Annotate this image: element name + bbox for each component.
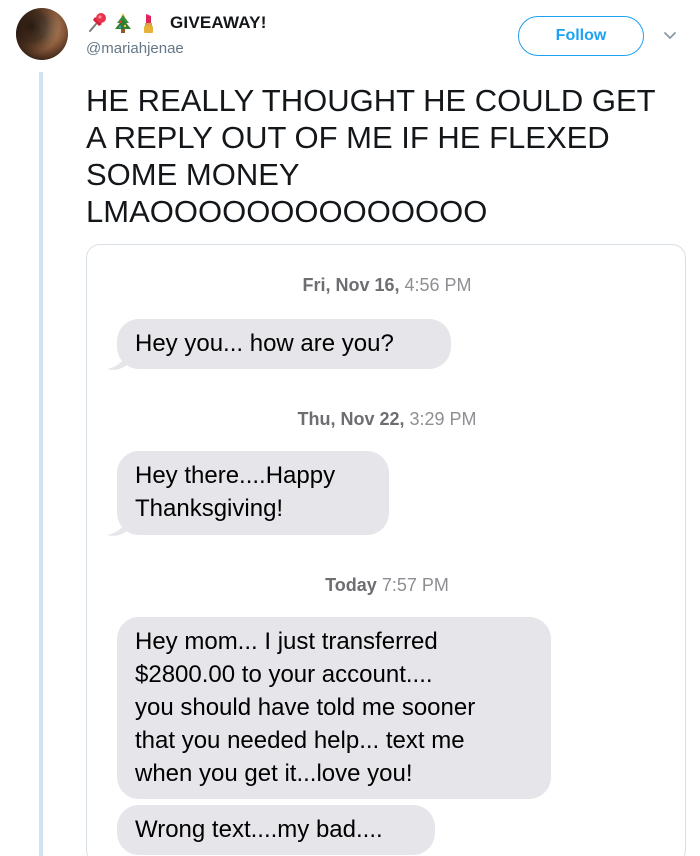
thread-line: [39, 72, 43, 856]
christmas-tree-emoji-icon: [112, 12, 134, 34]
bubble-tail: [107, 517, 129, 536]
display-name-row[interactable]: GIVEAWAY!: [86, 12, 267, 34]
tweet-media-screenshot[interactable]: Fri, Nov 16, 4:56 PM Hey you... how are …: [86, 244, 686, 856]
tweet-page: GIVEAWAY! @mariahjenae Follow HE REALLY …: [0, 0, 700, 856]
bubble-tail: [107, 351, 129, 370]
message-timestamp: Today 7:57 PM: [325, 575, 449, 595]
avatar[interactable]: [16, 8, 68, 60]
pushpin-emoji-icon: [86, 12, 108, 34]
message-bubble: Hey you... how are you?: [117, 319, 451, 369]
message-bubble: Hey mom... I just transferred $2800.00 t…: [117, 617, 551, 799]
follow-button[interactable]: Follow: [518, 16, 644, 56]
tweet-text: HE REALLY THOUGHT HE COULD GET A REPLY O…: [86, 83, 656, 229]
display-name: GIVEAWAY!: [170, 13, 267, 32]
message-timestamp: Fri, Nov 16, 4:56 PM: [302, 275, 472, 295]
message-bubble: Hey there....Happy Thanksgiving!: [117, 451, 389, 535]
message-bubble: Wrong text....my bad....: [117, 805, 435, 855]
lipstick-emoji-icon: [138, 12, 160, 34]
chevron-down-icon[interactable]: [660, 26, 680, 46]
user-handle[interactable]: @mariahjenae: [86, 40, 184, 57]
message-timestamp: Thu, Nov 22, 3:29 PM: [297, 409, 477, 429]
